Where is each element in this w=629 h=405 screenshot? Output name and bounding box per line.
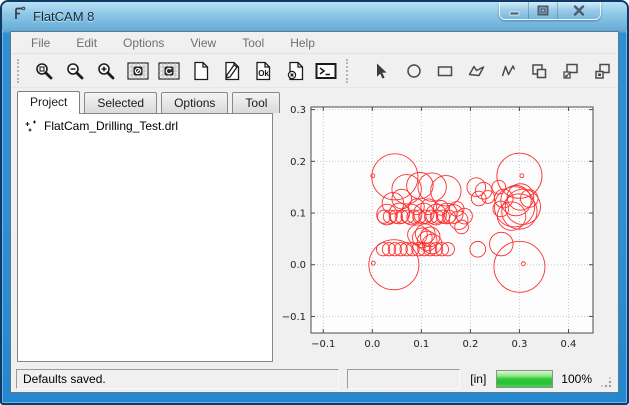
circle-tool-icon <box>405 62 423 80</box>
left-panel: Project Selected Options Tool FlatCam_Dr… <box>17 91 273 362</box>
copy-objects-icon <box>530 62 549 80</box>
copy-geometry-button[interactable] <box>589 57 616 85</box>
tab-tool[interactable]: Tool <box>232 92 280 113</box>
svg-text:0.0: 0.0 <box>290 260 306 271</box>
svg-text:0.1: 0.1 <box>290 209 306 220</box>
progress-percent-label: 100% <box>561 372 592 386</box>
plot-canvas[interactable]: −0.1 0.0 0.1 0.2 0.3 0.4 −0.1 0.0 0.1 0.2 0.3 <box>273 97 618 355</box>
plot-panel: −0.1 0.0 0.1 0.2 0.3 0.4 −0.1 0.0 0.1 0.2 0.3 <box>273 91 618 362</box>
close-button[interactable] <box>558 2 600 19</box>
app-icon <box>12 6 27 26</box>
new-geometry-icon <box>191 61 211 81</box>
shell-icon <box>315 62 337 80</box>
zoom-fit-icon <box>34 61 54 81</box>
zoom-out-icon <box>65 61 85 81</box>
menu-bar: File Edit Options View Tool Help <box>11 32 618 54</box>
svg-text:−0.1: −0.1 <box>311 339 335 350</box>
window-title: FlatCAM 8 <box>33 9 94 24</box>
shell-button[interactable] <box>313 57 340 85</box>
tree-item-drill-object[interactable]: FlatCam_Drilling_Test.drl <box>18 114 272 138</box>
zoom-in-button[interactable] <box>93 57 120 85</box>
save-and-close-editor-button[interactable]: Ok <box>250 57 277 85</box>
menu-file[interactable]: File <box>23 34 58 52</box>
rectangle-tool-icon <box>436 62 454 80</box>
status-message: Defaults saved. <box>16 369 339 389</box>
tab-selected[interactable]: Selected <box>84 92 157 113</box>
replot-icon <box>158 62 180 80</box>
svg-text:0.1: 0.1 <box>413 339 429 350</box>
toolbar: Ok <box>11 54 618 88</box>
delete-object-button[interactable] <box>281 57 308 85</box>
editor-button[interactable] <box>218 57 245 85</box>
move-objects-button[interactable] <box>557 57 584 85</box>
editor-icon <box>221 61 243 81</box>
tree-item-label: FlatCam_Drilling_Test.drl <box>44 119 178 133</box>
zoom-out-button[interactable] <box>61 57 88 85</box>
svg-text:0.0: 0.0 <box>364 339 380 350</box>
tab-options[interactable]: Options <box>161 92 228 113</box>
main-area: Project Selected Options Tool FlatCam_Dr… <box>11 88 618 366</box>
zoom-fit-button[interactable] <box>30 57 57 85</box>
new-blank-geometry-button[interactable] <box>187 57 214 85</box>
status-selection-panel <box>347 369 460 389</box>
add-rectangle-button[interactable] <box>432 57 459 85</box>
svg-text:0.2: 0.2 <box>462 339 478 350</box>
select-tool-button[interactable] <box>369 57 396 85</box>
replot-button[interactable] <box>156 57 183 85</box>
copy-geometry-icon <box>593 62 612 80</box>
maximize-button[interactable] <box>529 2 558 19</box>
svg-text:−0.1: −0.1 <box>282 312 306 323</box>
svg-text:0.3: 0.3 <box>290 105 306 116</box>
progress-bar <box>496 370 553 388</box>
add-circle-button[interactable] <box>400 57 427 85</box>
polygon-tool-icon <box>467 62 486 80</box>
svg-text:Ok: Ok <box>259 69 270 78</box>
path-tool-icon <box>499 62 518 80</box>
menu-help[interactable]: Help <box>282 34 323 52</box>
svg-text:0.2: 0.2 <box>290 157 306 168</box>
menu-view[interactable]: View <box>182 34 224 52</box>
flatcam-window: FlatCAM 8 File Edit <box>0 0 629 405</box>
minimize-icon <box>509 6 520 16</box>
window-controls <box>499 2 601 20</box>
client-area: File Edit Options View Tool Help <box>10 31 619 393</box>
svg-text:0.4: 0.4 <box>561 339 577 350</box>
select-cursor-icon <box>373 62 391 80</box>
add-polygon-button[interactable] <box>463 57 490 85</box>
delete-icon <box>285 61 305 81</box>
copy-objects-button[interactable] <box>526 57 553 85</box>
move-objects-icon <box>561 62 580 80</box>
zoom-in-icon <box>96 61 116 81</box>
clear-plot-button[interactable] <box>124 57 151 85</box>
titlebar[interactable]: FlatCAM 8 <box>2 2 627 30</box>
menu-edit[interactable]: Edit <box>68 34 105 52</box>
progress-fill <box>497 371 552 387</box>
clear-plot-icon <box>127 62 149 80</box>
tab-bar: Project Selected Options Tool <box>17 91 273 113</box>
minimize-button[interactable] <box>500 2 529 19</box>
toolbar-drag-handle-2[interactable] <box>346 59 352 83</box>
add-path-button[interactable] <box>494 57 521 85</box>
drill-object-icon <box>24 119 38 133</box>
resize-grip[interactable] <box>600 376 613 389</box>
menu-options[interactable]: Options <box>115 34 172 52</box>
project-tree[interactable]: FlatCam_Drilling_Test.drl <box>17 113 273 362</box>
toolbar-drag-handle[interactable] <box>17 59 23 83</box>
svg-text:0.3: 0.3 <box>511 339 527 350</box>
units-label: [in] <box>468 372 488 386</box>
status-bar: Defaults saved. [in] 100% <box>11 366 618 392</box>
tab-project[interactable]: Project <box>17 91 80 114</box>
maximize-icon <box>537 5 549 16</box>
save-editor-icon: Ok <box>253 61 273 81</box>
menu-tool[interactable]: Tool <box>234 34 272 52</box>
close-icon <box>573 5 585 16</box>
